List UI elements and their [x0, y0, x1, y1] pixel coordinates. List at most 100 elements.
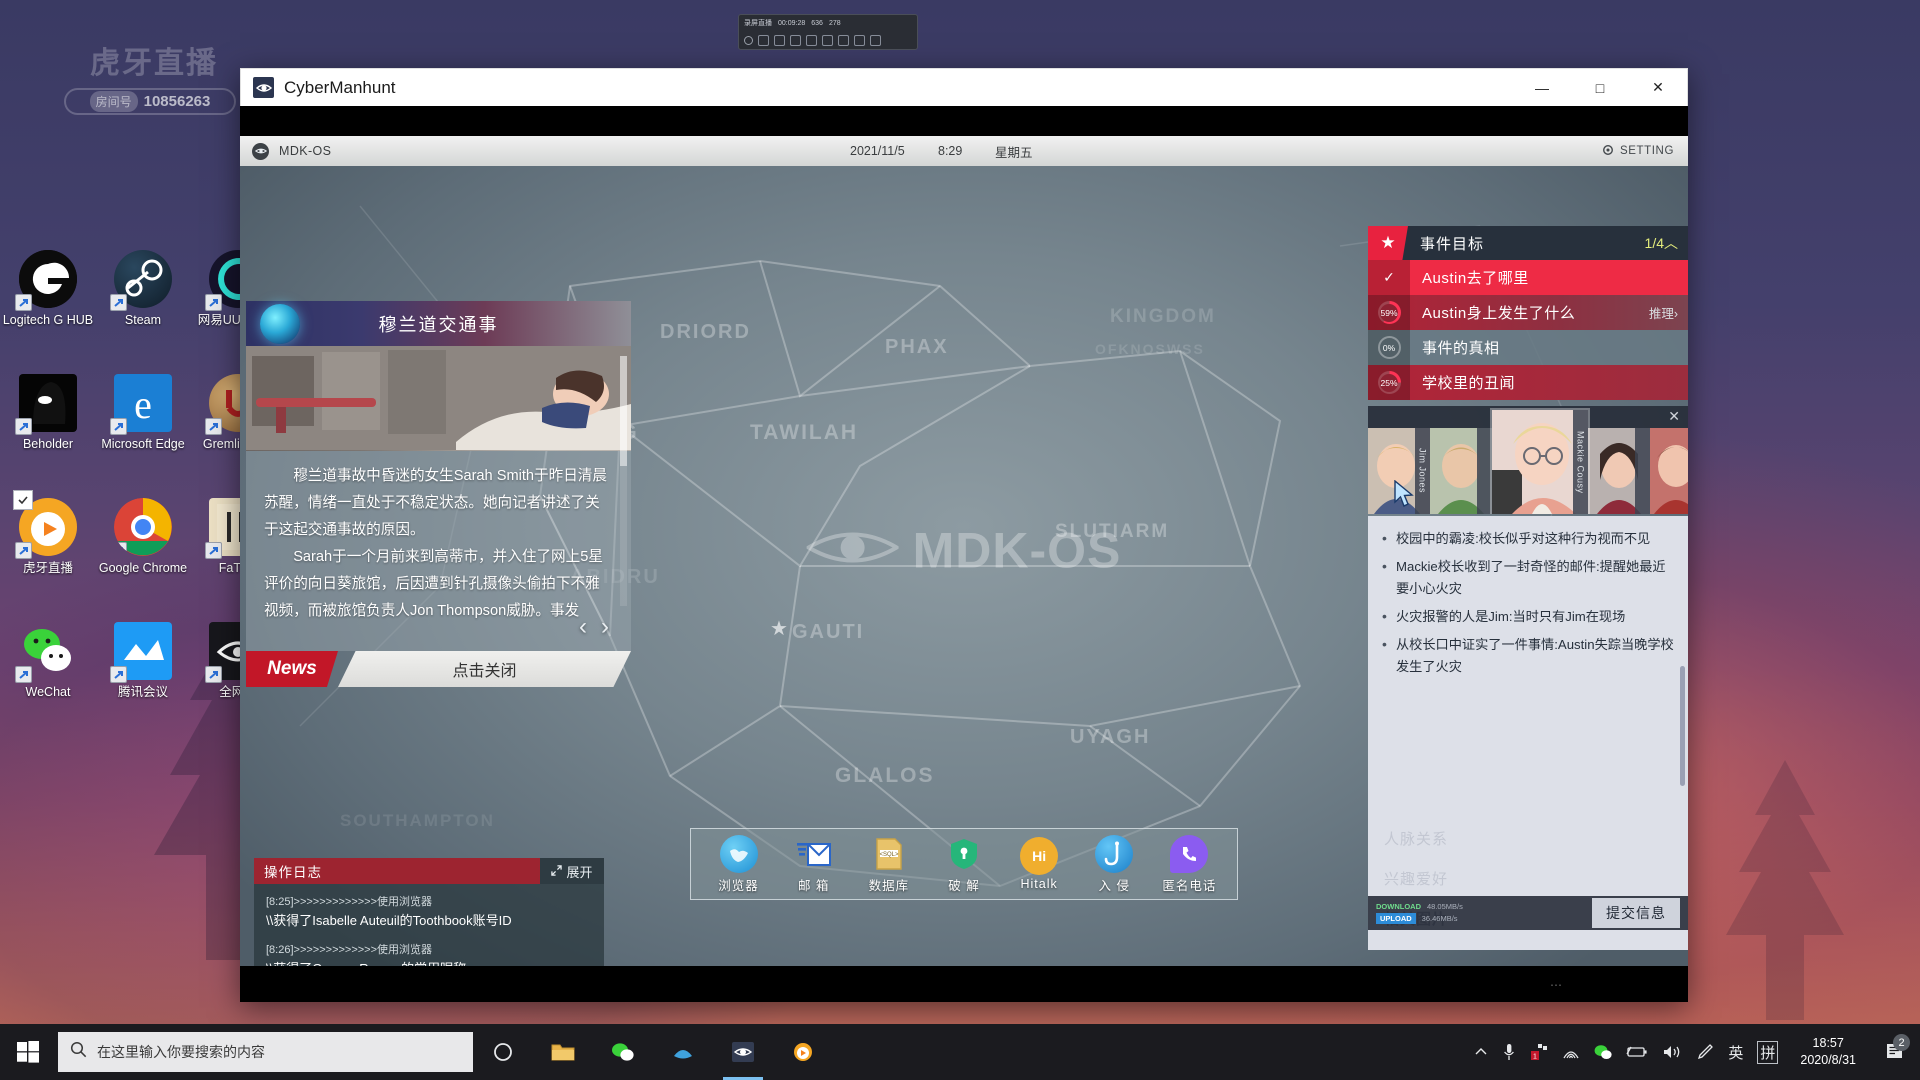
dock-item-hitalk[interactable]: Hi Hitalk	[1004, 837, 1074, 891]
clue-scrollbar[interactable]	[1680, 666, 1685, 786]
dock-item-mail[interactable]: 邮 箱	[779, 835, 849, 894]
clue-item[interactable]: 火灾报警的人是Jim:当时只有Jim在现场	[1382, 605, 1674, 628]
portrait-unknown-2[interactable]	[1588, 428, 1650, 514]
taskbar-cybermanhunt-icon[interactable]	[713, 1024, 773, 1080]
operation-log-expand-button[interactable]: 展开	[540, 858, 604, 884]
taskbar-wechat-icon[interactable]	[593, 1024, 653, 1080]
battery-icon[interactable]	[1626, 1045, 1648, 1059]
objective-name: Austin去了哪里	[1422, 270, 1529, 287]
clue-item[interactable]: 从校长口中证实了一件事情:Austin失踪当晚学校发生了火灾	[1382, 633, 1674, 678]
dock-item-crack[interactable]: 破 解	[929, 835, 999, 894]
dock-item-label: 匿名电话	[1162, 878, 1217, 893]
objectives-count-text: 1/4	[1644, 235, 1664, 251]
recorder-mute-icon[interactable]	[806, 34, 817, 46]
operation-log-body[interactable]: [8:25]>>>>>>>>>>>>>使用浏览器 \\获得了Isabelle A…	[254, 884, 604, 966]
objective-progress-text: 25%	[1380, 373, 1398, 392]
dock-item-database[interactable]: <SQL> 数据库	[854, 835, 924, 894]
news-scrollbar[interactable]	[620, 356, 627, 606]
chevron-up-icon[interactable]	[1474, 1045, 1488, 1059]
taskbar-app-blue-icon[interactable]	[653, 1024, 713, 1080]
recorder-mic-icon[interactable]	[822, 34, 833, 46]
dock-item-hack[interactable]: 入 侵	[1079, 834, 1149, 894]
portrait-close-button[interactable]: ✕	[1668, 408, 1680, 425]
recorder-user-icon[interactable]	[854, 34, 865, 46]
windows-taskbar: 在这里输入你要搜索的内容 1 英 拼 18:57 2020/8/31 2	[0, 1024, 1920, 1080]
microphone-icon[interactable]	[1502, 1043, 1516, 1061]
dock-item-browser[interactable]: 浏览器	[704, 834, 774, 894]
objectives-header[interactable]: ★ 事件目标 1/4︿	[1368, 226, 1688, 260]
desktop-icon-chrome[interactable]: Google Chrome	[95, 498, 191, 576]
section-hobbies[interactable]: 兴趣爱好	[1384, 860, 1672, 900]
resize-grip-icon[interactable]: ⋯	[1550, 978, 1564, 992]
screen-recorder-toolbar[interactable]: 录屏直播 00:09:28 636 278	[738, 14, 918, 50]
wifi-icon[interactable]	[1562, 1045, 1580, 1060]
search-input[interactable]: 在这里输入你要搜索的内容	[58, 1032, 473, 1072]
objectives-counter[interactable]: 1/4︿	[1645, 233, 1678, 253]
clue-panel[interactable]: 校园中的霸凌:校长似乎对这种行为视而不见 Mackie校长收到了一封奇怪的邮件:…	[1368, 516, 1688, 816]
recorder-chat-icon[interactable]	[838, 34, 849, 46]
notes-icon[interactable]: 1	[1530, 1043, 1548, 1061]
news-nav[interactable]: ‹ ›	[579, 613, 609, 641]
taskbar-huya-icon[interactable]	[773, 1024, 833, 1080]
news-footer[interactable]: News 点击关闭	[246, 651, 631, 687]
search-placeholder: 在这里输入你要搜索的内容	[97, 1044, 265, 1060]
volume-icon[interactable]	[1662, 1044, 1682, 1060]
window-titlebar[interactable]: CyberManhunt — □ ✕	[240, 68, 1688, 106]
objective-row[interactable]: 0% 事件的真相	[1368, 330, 1688, 365]
desktop-icon-checkbox[interactable]	[13, 490, 33, 510]
objective-row[interactable]: ✓ Austin去了哪里	[1368, 260, 1688, 295]
desktop-icon-logitech-g-hub[interactable]: Logitech G HUB	[0, 250, 96, 328]
pen-icon[interactable]	[1696, 1043, 1714, 1061]
taskbar-file-explorer-icon[interactable]	[533, 1024, 593, 1080]
desktop-icon-huya[interactable]: 虎牙直播	[0, 490, 96, 576]
dock-item-anonymous-call[interactable]: 匿名电话	[1154, 834, 1224, 894]
objective-deduce-button[interactable]: 推理›	[1649, 303, 1678, 322]
map-star-marker[interactable]: ★	[770, 616, 788, 641]
wechat-tray-icon[interactable]	[1594, 1044, 1612, 1060]
objective-row[interactable]: 59% Austin身上发生了什么 推理›	[1368, 295, 1688, 330]
notification-center-button[interactable]: 2	[1878, 1034, 1912, 1061]
recorder-camera-icon[interactable]	[758, 34, 769, 46]
desktop-icon-label: Beholder	[22, 437, 74, 451]
submit-info-button[interactable]: 提交信息	[1592, 898, 1680, 928]
taskbar-cortana-icon[interactable]	[473, 1024, 533, 1080]
recorder-button-row[interactable]	[739, 32, 917, 49]
watermark-title: 虎牙直播	[90, 47, 218, 80]
cybermanhunt-window: CyberManhunt — □ ✕ MDK-OS 2021/11/5 8:29…	[240, 68, 1688, 1002]
desktop-icon-steam[interactable]: Steam	[95, 250, 191, 328]
news-prev-button[interactable]: ‹	[579, 613, 587, 641]
close-button[interactable]: ✕	[1629, 69, 1687, 106]
portrait-george-rogers[interactable]: George Rogers	[1650, 428, 1688, 514]
news-next-button[interactable]: ›	[601, 613, 609, 641]
news-scrollbar-thumb[interactable]	[620, 356, 627, 466]
os-setting-button[interactable]: SETTING	[1602, 144, 1674, 159]
desktop-icon-beholder[interactable]: Beholder	[0, 374, 96, 452]
desktop-icon-edge[interactable]: e Microsoft Edge	[95, 374, 191, 452]
section-relationships[interactable]: 人脉关系	[1384, 820, 1672, 860]
ime-language-indicator[interactable]: 英	[1728, 1042, 1743, 1063]
clue-item[interactable]: Mackie校长收到了一封奇怪的邮件:提醒她最近要小心火灾	[1382, 555, 1674, 600]
taskbar-clock[interactable]: 18:57 2020/8/31	[1800, 1035, 1856, 1069]
portrait-mackie-cousy[interactable]: Mackie Cousy	[1492, 410, 1588, 514]
map-canvas[interactable]: DRIORD PHAX TAWILAH DREG KINGDOM OFKNOSW…	[240, 166, 1688, 966]
ime-mode-indicator[interactable]: 拼	[1757, 1040, 1779, 1064]
collapse-arrow-icon[interactable]: ︿	[1664, 235, 1678, 251]
objective-action-label: 推理	[1648, 307, 1674, 321]
portrait-jim-jones[interactable]: Jim Jones	[1368, 428, 1430, 514]
recorder-gift-icon[interactable]	[790, 34, 801, 46]
objective-row[interactable]: 25% 学校里的丑闻	[1368, 365, 1688, 400]
maximize-button[interactable]: □	[1571, 69, 1629, 106]
desktop-icon-tencent-meeting[interactable]: 腾讯会议	[95, 622, 191, 700]
clue-item[interactable]: 校园中的霸凌:校长似乎对这种行为视而不见	[1382, 527, 1674, 550]
recorder-screen-icon[interactable]	[774, 34, 785, 46]
news-close-button[interactable]: 点击关闭	[338, 651, 631, 687]
recorder-power-icon[interactable]	[744, 35, 753, 45]
window-controls[interactable]: — □ ✕	[1513, 69, 1687, 106]
portrait-unknown-1[interactable]	[1430, 428, 1492, 514]
recorder-settings-icon[interactable]	[870, 34, 881, 46]
desktop-icon-wechat[interactable]: WeChat	[0, 622, 96, 700]
minimize-button[interactable]: —	[1513, 69, 1571, 106]
edge-icon: e	[110, 374, 172, 435]
start-button[interactable]	[0, 1024, 56, 1080]
portrait-strip[interactable]: Jim Jones Mackie Cousy	[1368, 406, 1688, 514]
